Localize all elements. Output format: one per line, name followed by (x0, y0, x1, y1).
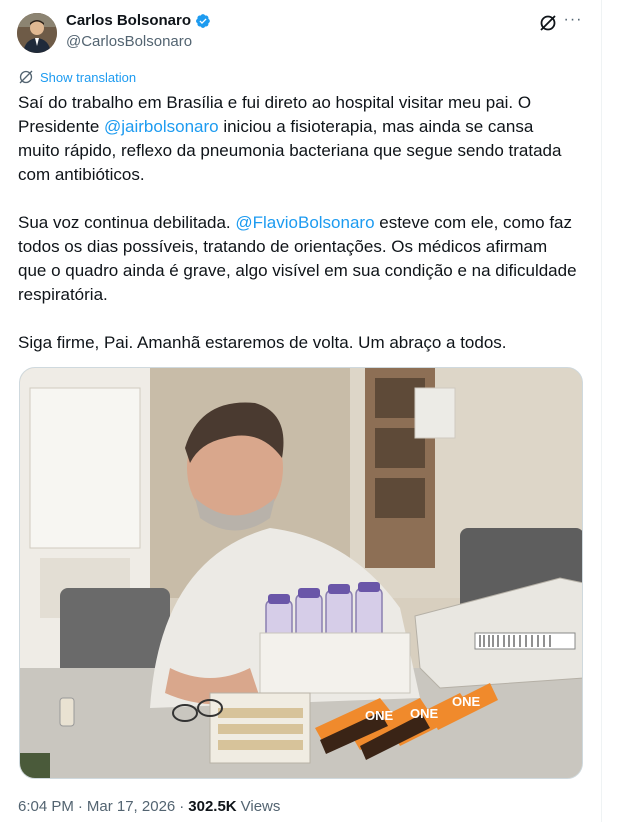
globe-icon (19, 70, 33, 84)
meta-separator: · (179, 798, 185, 815)
tweet-paragraph-3: Siga firme, Pai. Amanhã estaremos de vol… (18, 333, 507, 352)
show-translation-label[interactable]: Show translation (40, 70, 136, 85)
mention-jairbolsonaro[interactable]: @jairbolsonaro (104, 117, 219, 136)
box-label-one: ONE (410, 706, 439, 721)
author-name[interactable]: Carlos Bolsonaro (66, 12, 191, 29)
tweet-card: Carlos Bolsonaro @CarlosBolsonaro ··· Sh… (0, 0, 602, 822)
verified-badge-icon (196, 13, 210, 28)
tweet-time[interactable]: 6:04 PM (18, 798, 74, 815)
tweet-paragraph-1: Saí do trabalho em Brasília e fui direto… (18, 91, 578, 187)
views-label[interactable]: Views (241, 798, 281, 815)
author-handle[interactable]: @CarlosBolsonaro (66, 33, 192, 50)
tweet-paragraph-2: Sua voz continua debilitada. @FlavioBols… (18, 211, 578, 307)
tweet-date[interactable]: Mar 17, 2026 (87, 798, 175, 815)
box-label-one: ONE (452, 694, 481, 709)
tweet-text-segment: Sua voz continua debilitada. (18, 213, 236, 232)
avatar[interactable] (17, 13, 57, 53)
tweet-photo[interactable]: ONE ONE ONE (19, 367, 583, 779)
tweet-meta: 6:04 PM · Mar 17, 2026 · 302.5K Views (18, 798, 280, 815)
mention-flaviobolsonaro[interactable]: @FlavioBolsonaro (235, 213, 374, 232)
tweet-text: Saí do trabalho em Brasília e fui direto… (18, 91, 578, 379)
views-count[interactable]: 302.5K (188, 798, 236, 815)
meta-separator: · (77, 798, 83, 815)
box-label-one: ONE (365, 708, 394, 723)
author-name-row[interactable]: Carlos Bolsonaro (66, 12, 211, 29)
grok-icon[interactable] (538, 13, 558, 33)
show-translation-link[interactable]: Show translation (18, 69, 136, 85)
more-icon[interactable]: ··· (563, 12, 583, 32)
